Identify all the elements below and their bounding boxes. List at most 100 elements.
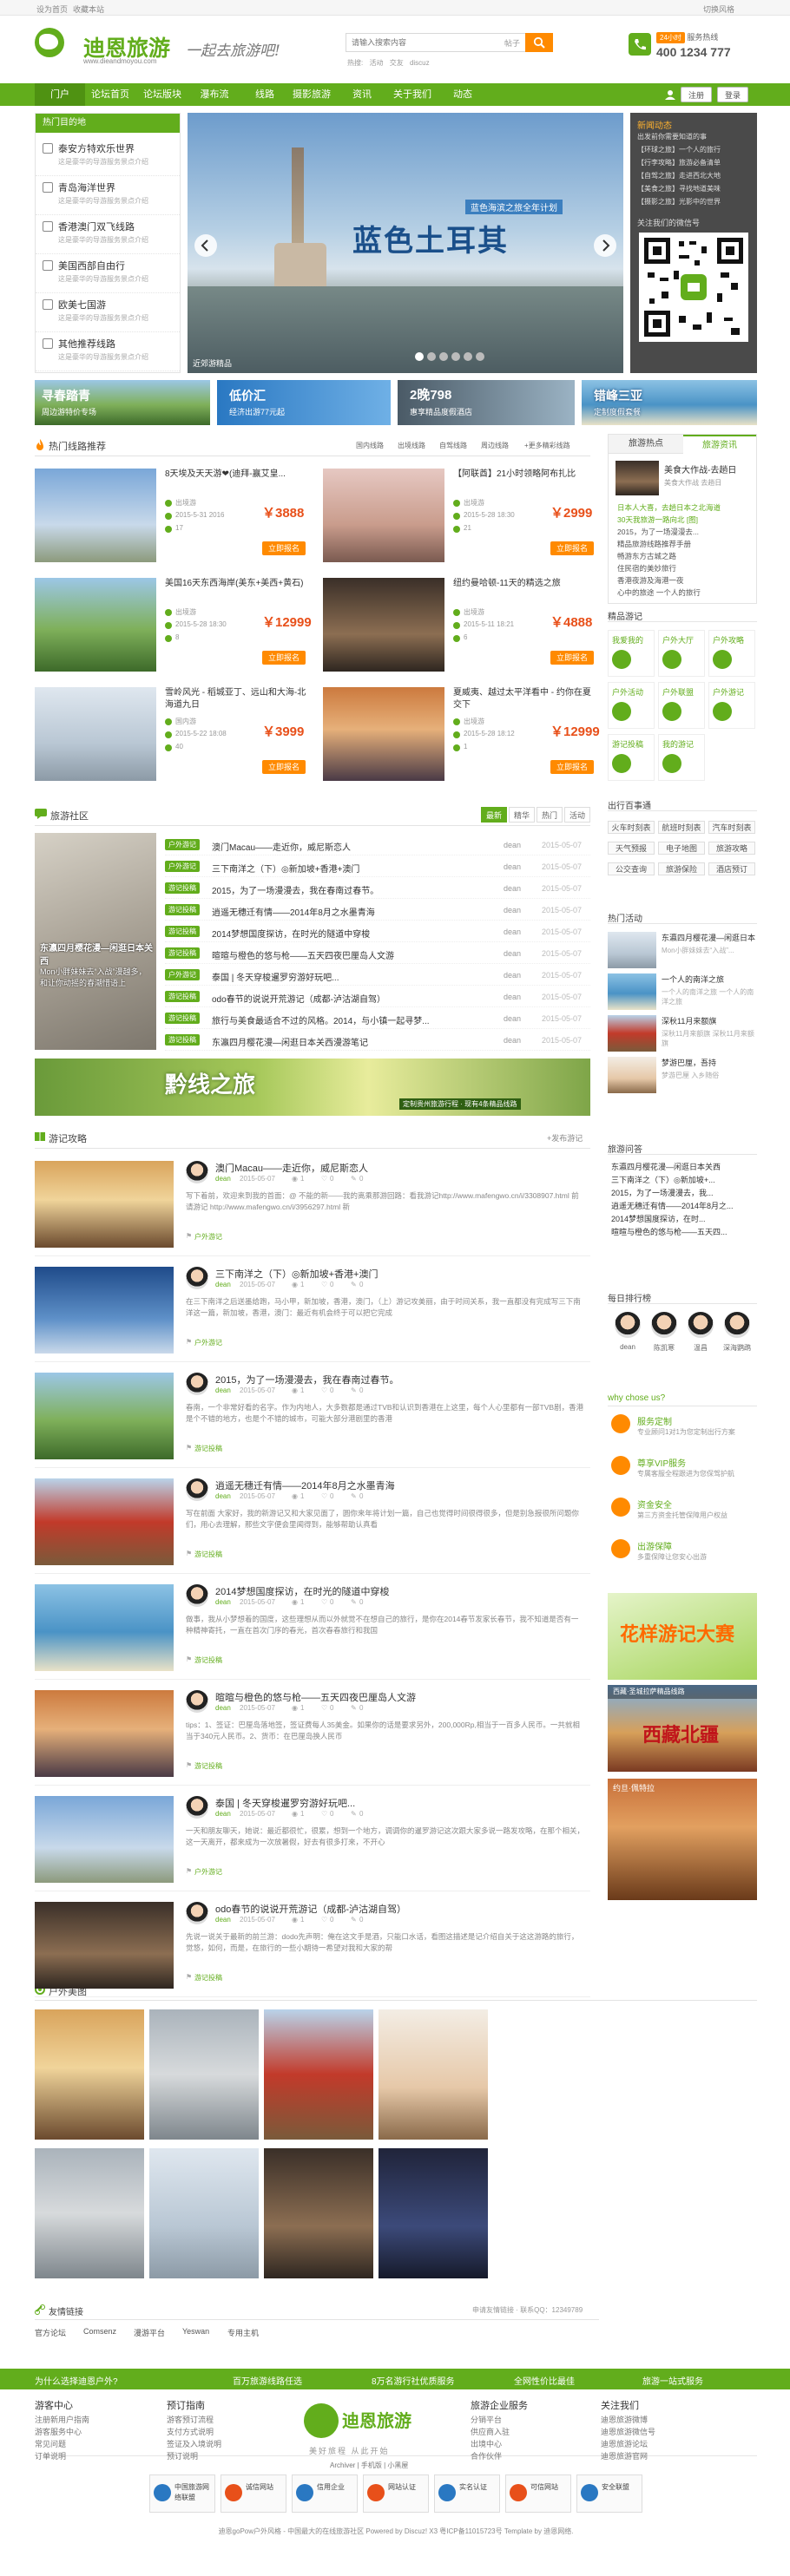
community-tab[interactable]: 热门 xyxy=(537,807,563,823)
travelogue-card[interactable]: odo春节的说说开荒游记（成都-泸沽湖自驾） dean 2015-05-07 ◉ 1 ♡ 0… xyxy=(35,1898,590,1997)
promo-banner-3[interactable]: 2晚798 惠享精品度假酒店 xyxy=(398,380,575,425)
footer-link[interactable]: 支付方式说明 xyxy=(167,2426,214,2437)
thread-row[interactable]: 游记投稿 2014梦想国度探访，在时光的隧道中穿梭 dean 2015-05-07 xyxy=(165,923,590,942)
nav-portal[interactable]: 门户 xyxy=(35,83,85,106)
travelogue-card[interactable]: 2014梦想国度探访，在时光的隧道中穿梭 dean 2015-05-07 ◉ 1 ♡ 0 ✎ 0… xyxy=(35,1581,590,1680)
thread-title[interactable]: 东瀛四月樱花漫—闲逛日本关西漫游笔记 xyxy=(212,1035,490,1048)
certificate-badge[interactable]: 信用企业 xyxy=(292,2474,358,2513)
gallery-photo[interactable] xyxy=(35,2148,144,2278)
search-button[interactable] xyxy=(525,33,553,52)
hot-destination-name[interactable]: 欧美七国游 xyxy=(58,298,106,311)
travelogue-author[interactable]: dean xyxy=(215,1175,231,1183)
side-qa-item[interactable]: 三下南洋之（下）◎新加坡+... xyxy=(611,1174,757,1185)
guide-label[interactable]: 游记投稿 xyxy=(612,738,643,750)
travelogue-image[interactable] xyxy=(35,1478,174,1565)
author-avatar[interactable] xyxy=(186,1267,208,1289)
travelogue-author[interactable]: dean xyxy=(215,1598,231,1606)
certificate-badge[interactable]: 诚信网站 xyxy=(221,2474,286,2513)
promo-side-2[interactable]: 西藏·圣城拉萨精品线路 西藏北疆 xyxy=(608,1685,757,1772)
hot-activity-title[interactable]: 一个人的南洋之旅 xyxy=(662,973,757,985)
side-qa-item[interactable]: 东瀛四月樱花漫—闲逛日本关西 xyxy=(611,1161,757,1172)
news-panel-item[interactable]: 【环球之旅】一个人的旅行 xyxy=(637,145,752,154)
travelogue-image[interactable] xyxy=(35,1267,174,1354)
side-qa-item[interactable]: 暄暄与橙色的悠与枪——五天四... xyxy=(611,1226,757,1237)
friend-link[interactable]: 官方论坛 xyxy=(35,2327,66,2338)
guide-cell[interactable]: 户外攻略 xyxy=(708,630,755,677)
route-tab[interactable]: +更多精彩线路 xyxy=(524,441,570,450)
travelogue-category[interactable]: 游记投稿 xyxy=(194,1444,222,1453)
route-image[interactable] xyxy=(35,687,156,781)
slider-next-button[interactable] xyxy=(594,234,616,257)
ranking-username[interactable]: 深海鹦鹉 xyxy=(719,1343,755,1353)
thread-tag[interactable]: 户外游记 xyxy=(165,861,200,872)
route-card[interactable]: 8天埃及天天游❤(迪拜-赢艾皇... 出境游 2015-5-31 2016 17 ￥38… xyxy=(35,469,311,571)
thread-tag[interactable]: 游记投稿 xyxy=(165,926,200,937)
gallery-photo[interactable] xyxy=(149,2009,259,2140)
ranking-avatar[interactable] xyxy=(615,1312,641,1338)
thread-title[interactable]: 暄暄与橙色的悠与枪——五天四夜巴厘岛人文游 xyxy=(212,948,490,961)
guide-label[interactable]: 户外攻略 xyxy=(713,634,744,646)
hot-word-link[interactable]: 交友 xyxy=(390,59,404,67)
gallery-photo[interactable] xyxy=(379,2148,488,2278)
nav-forum-sections[interactable]: 论坛版块 xyxy=(137,83,188,106)
travelogue-title[interactable]: odo春节的说说开荒游记（成都-泸沽湖自驾） xyxy=(215,1902,580,1916)
trip-tool-link[interactable]: 旅游攻略 xyxy=(708,842,755,855)
guizhou-banner[interactable]: 黔线之旅 定制贵州旅游行程 · 现有4条精品线路 xyxy=(35,1059,590,1116)
hot-activity-title[interactable]: 梦游巴厘，吾持 xyxy=(662,1057,757,1068)
author-avatar[interactable] xyxy=(186,1902,208,1924)
hot-destination-item[interactable]: 欧美七国游 这是豪华的导游服务景点介绍 xyxy=(36,294,180,332)
hot-destination-item[interactable]: 香港澳门双飞线路 这是豪华的导游服务景点介绍 xyxy=(36,216,180,254)
book-now-button[interactable]: 立即报名 xyxy=(550,760,594,774)
thread-author[interactable]: dean xyxy=(504,927,521,936)
travelogue-image[interactable] xyxy=(35,1373,174,1459)
ranking-avatar[interactable] xyxy=(724,1312,750,1338)
trip-tool-link[interactable]: 电子地图 xyxy=(658,842,705,855)
slider-dot[interactable] xyxy=(427,352,436,361)
route-title[interactable]: 夏威夷、越过太平洋看中 - 约你在夏交下 xyxy=(453,687,599,711)
route-tab[interactable]: 国内线路 xyxy=(356,441,384,450)
right-news-item[interactable]: 心中的旅途 一个人的旅行 xyxy=(617,587,751,598)
nav-feed[interactable]: 动态 xyxy=(438,83,488,106)
slider-dot[interactable] xyxy=(476,352,484,361)
friend-link[interactable]: 专用主机 xyxy=(227,2327,259,2338)
thread-author[interactable]: dean xyxy=(504,884,521,893)
certificate-badge[interactable]: 安全联盟 xyxy=(576,2474,642,2513)
tab-travel-news[interactable]: 旅游资讯 xyxy=(683,435,756,454)
trip-tool-link[interactable]: 汽车时刻表 xyxy=(708,821,755,834)
guide-label[interactable]: 户外游记 xyxy=(713,686,744,698)
thread-tag[interactable]: 游记投稿 xyxy=(165,1034,200,1045)
community-tab[interactable]: 精华 xyxy=(509,807,535,823)
hot-activity-image[interactable] xyxy=(608,1057,656,1093)
hot-destination-name[interactable]: 泰安方特欢乐世界 xyxy=(58,141,135,155)
nav-waterfall[interactable]: 瀑布流 xyxy=(189,83,240,106)
news-lead-image[interactable] xyxy=(616,461,659,495)
travelogue-title[interactable]: 逍遥无穗迁有情——2014年8月之水墨青海 xyxy=(215,1478,580,1492)
thread-title[interactable]: 泰国 | 冬天穿梭暹罗穷游好玩吧... xyxy=(212,970,490,983)
hot-destination-item[interactable]: 泰安方特欢乐世界 这是豪华的导游服务景点介绍 xyxy=(36,138,180,176)
ranking-avatar[interactable] xyxy=(688,1312,714,1338)
travelogue-category[interactable]: 游记投稿 xyxy=(194,1761,222,1771)
thread-tag[interactable]: 户外游记 xyxy=(165,969,200,980)
gallery-photo[interactable] xyxy=(149,2148,259,2278)
thread-row[interactable]: 游记投稿 旅行与美食最适合不过的风格。2014，与小镇一起寻梦... dean 201… xyxy=(165,1010,590,1029)
thread-row[interactable]: 户外游记 泰国 | 冬天穿梭暹罗穷游好玩吧... dean 2015-05-07 xyxy=(165,967,590,986)
route-tab[interactable]: 自驾线路 xyxy=(439,441,467,450)
travelogue-author[interactable]: dean xyxy=(215,1492,231,1500)
certificate-badge[interactable]: 可信网站 xyxy=(505,2474,571,2513)
route-image[interactable] xyxy=(323,469,444,562)
hot-activity-title[interactable]: 东瀛四月樱花漫—闲逛日本 xyxy=(662,932,757,943)
travelogue-card[interactable]: 三下南洋之（下）◎新加坡+香港+澳门 dean 2015-05-07 ◉ 1 ♡ 0 ✎ 0 在三… xyxy=(35,1263,590,1362)
thread-tag[interactable]: 游记投稿 xyxy=(165,947,200,959)
hot-word-link[interactable]: discuz xyxy=(410,59,430,67)
thread-row[interactable]: 户外游记 三下南洋之（下）◎新加坡+香港+澳门 dean 2015-05-07 xyxy=(165,858,590,877)
travelogue-category[interactable]: 户外游记 xyxy=(194,1867,222,1877)
certificate-badge[interactable]: 实名认证 xyxy=(434,2474,500,2513)
thread-title[interactable]: odo春节的说说开荒游记（成都-泸沽湖自驾） xyxy=(212,992,490,1005)
author-avatar[interactable] xyxy=(186,1373,208,1395)
trip-tool-link[interactable]: 天气预报 xyxy=(608,842,655,855)
friend-link[interactable]: Yeswan xyxy=(182,2327,209,2336)
hot-word-link[interactable]: 活动 xyxy=(369,59,383,67)
ranking-username[interactable]: 温昌 xyxy=(682,1343,719,1353)
news-lead-title[interactable]: 美食大作战-去趟日 xyxy=(664,462,754,475)
ranking-avatar[interactable] xyxy=(651,1312,677,1338)
